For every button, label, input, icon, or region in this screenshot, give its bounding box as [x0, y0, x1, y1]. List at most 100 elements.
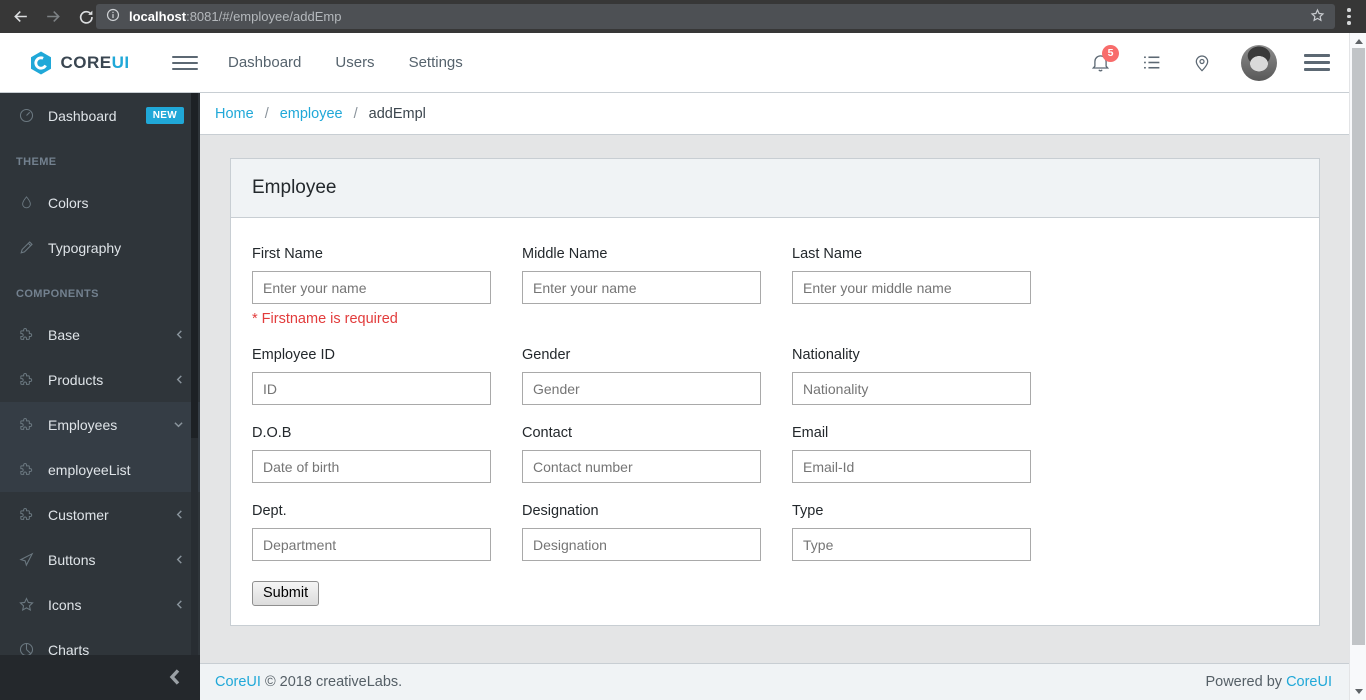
- field-gender: Gender: [522, 347, 761, 405]
- gender-input[interactable]: [522, 372, 761, 405]
- page-body: Employee First Name * Firstname is requi…: [200, 136, 1349, 663]
- sidebar-item-charts[interactable]: Charts: [0, 627, 200, 655]
- nav-dashboard[interactable]: Dashboard: [228, 54, 301, 71]
- header-nav: Dashboard Users Settings: [228, 54, 463, 71]
- employee-id-input[interactable]: [252, 372, 491, 405]
- nav-users[interactable]: Users: [335, 54, 374, 71]
- sidebar-item-label: Charts: [48, 641, 90, 656]
- field-first-name: First Name * Firstname is required: [252, 246, 491, 327]
- browser-forward-icon[interactable]: [41, 5, 65, 29]
- email-input[interactable]: [792, 450, 1031, 483]
- app-header: COREUI Dashboard Users Settings 5: [0, 33, 1366, 93]
- field-dept: Dept.: [252, 503, 491, 561]
- bell-icon[interactable]: 5: [1088, 44, 1119, 75]
- list-icon[interactable]: [1139, 51, 1163, 75]
- last-name-input[interactable]: [792, 271, 1031, 304]
- dept-label: Dept.: [252, 503, 287, 519]
- pencil-icon: [16, 238, 36, 258]
- employee-card: Employee First Name * Firstname is requi…: [230, 158, 1320, 626]
- sidebar-item-typography[interactable]: Typography: [0, 225, 200, 270]
- field-middle-name: Middle Name: [522, 246, 761, 327]
- first-name-error: * Firstname is required: [252, 311, 398, 327]
- breadcrumb-employee-link[interactable]: employee: [280, 106, 343, 122]
- chevron-left-icon: [175, 554, 184, 565]
- puzzle-icon: [16, 460, 36, 480]
- browser-menu-icon[interactable]: [1339, 6, 1359, 27]
- brand-text: COREUI: [60, 52, 130, 72]
- employee-id-label: Employee ID: [252, 347, 336, 363]
- cursor-icon: [16, 550, 36, 570]
- nationality-label: Nationality: [792, 347, 860, 363]
- breadcrumb-home-link[interactable]: Home: [215, 106, 254, 122]
- url-path: :8081/#/employee/addEmp: [186, 9, 342, 24]
- first-name-input[interactable]: [252, 271, 491, 304]
- page-info-icon[interactable]: [105, 7, 121, 26]
- footer-coreui-link[interactable]: CoreUI: [215, 674, 261, 690]
- url-host: localhost: [129, 9, 187, 24]
- address-bar[interactable]: localhost:8081/#/employee/addEmp: [96, 4, 1335, 29]
- sidebar-item-label: Typography: [48, 239, 122, 256]
- card-title: Employee: [231, 159, 1319, 218]
- star-icon: [16, 595, 36, 615]
- dob-input[interactable]: [252, 450, 491, 483]
- scroll-up-arrow[interactable]: [1354, 39, 1363, 44]
- sidebar-item-label: Buttons: [48, 551, 96, 568]
- submit-button[interactable]: Submit: [252, 581, 320, 606]
- sidebar-item-customer[interactable]: Customer: [0, 492, 200, 537]
- sidebar-scrollbar[interactable]: [191, 93, 198, 655]
- designation-label: Designation: [522, 503, 599, 519]
- breadcrumb-separator: /: [353, 105, 358, 122]
- sidebar-item-products[interactable]: Products: [0, 357, 200, 402]
- footer-powered-link[interactable]: CoreUI: [1286, 674, 1332, 690]
- browser-back-icon[interactable]: [8, 5, 32, 29]
- chevron-left-icon: [175, 374, 184, 385]
- chevron-left-icon: [175, 509, 184, 520]
- nav-settings[interactable]: Settings: [409, 54, 463, 71]
- browser-toolbar: localhost:8081/#/employee/addEmp: [0, 0, 1366, 33]
- user-avatar[interactable]: [1241, 44, 1277, 81]
- location-pin-icon[interactable]: [1190, 51, 1214, 75]
- bookmark-star-icon[interactable]: [1309, 7, 1326, 27]
- chevron-left-icon: [175, 329, 184, 340]
- field-dob: D.O.B: [252, 425, 491, 483]
- coreui-logo-icon: [31, 51, 52, 74]
- sidebar-item-base[interactable]: Base: [0, 312, 200, 357]
- aside-menu-icon[interactable]: [1304, 52, 1330, 74]
- breadcrumb-separator: /: [264, 105, 269, 122]
- scroll-down-arrow[interactable]: [1354, 689, 1363, 694]
- chevron-left-icon: [169, 669, 180, 685]
- middle-name-input[interactable]: [522, 271, 761, 304]
- sidebar-item-label: Dashboard: [48, 107, 117, 124]
- field-type: Type: [792, 503, 1031, 561]
- contact-input[interactable]: [522, 450, 761, 483]
- scrollbar-thumb[interactable]: [1352, 48, 1365, 645]
- sidebar-item-icons[interactable]: Icons: [0, 582, 200, 627]
- email-label: Email: [792, 425, 829, 441]
- sidebar-item-employeelist[interactable]: employeeList: [0, 447, 200, 492]
- first-name-label: First Name: [252, 246, 323, 262]
- sidebar-nav: Dashboard NEW THEME Colors Typography CO…: [0, 93, 200, 655]
- page-scrollbar[interactable]: [1349, 33, 1366, 700]
- sidebar-minimizer[interactable]: [0, 655, 200, 700]
- browser-reload-icon[interactable]: [74, 5, 98, 29]
- type-input[interactable]: [792, 528, 1031, 561]
- new-badge: NEW: [145, 107, 184, 124]
- sidebar-toggler-icon[interactable]: [172, 52, 198, 74]
- footer-powered-text: Powered by: [1205, 674, 1283, 690]
- sidebar-item-employees[interactable]: Employees: [0, 402, 200, 447]
- type-label: Type: [792, 503, 824, 519]
- coreui-logo[interactable]: COREUI: [0, 50, 158, 76]
- sidebar-item-dashboard[interactable]: Dashboard NEW: [0, 93, 200, 138]
- chevron-down-icon: [173, 420, 184, 429]
- employee-form: First Name * Firstname is required Middl…: [231, 218, 1319, 625]
- designation-input[interactable]: [522, 528, 761, 561]
- sidebar-item-label: Products: [48, 371, 104, 388]
- puzzle-icon: [16, 415, 36, 435]
- field-last-name: Last Name: [792, 246, 1031, 327]
- sidebar-item-label: Colors: [48, 194, 89, 211]
- nationality-input[interactable]: [792, 372, 1031, 405]
- sidebar-item-colors[interactable]: Colors: [0, 180, 200, 225]
- pie-chart-icon: [16, 640, 36, 655]
- sidebar-item-buttons[interactable]: Buttons: [0, 537, 200, 582]
- dept-input[interactable]: [252, 528, 491, 561]
